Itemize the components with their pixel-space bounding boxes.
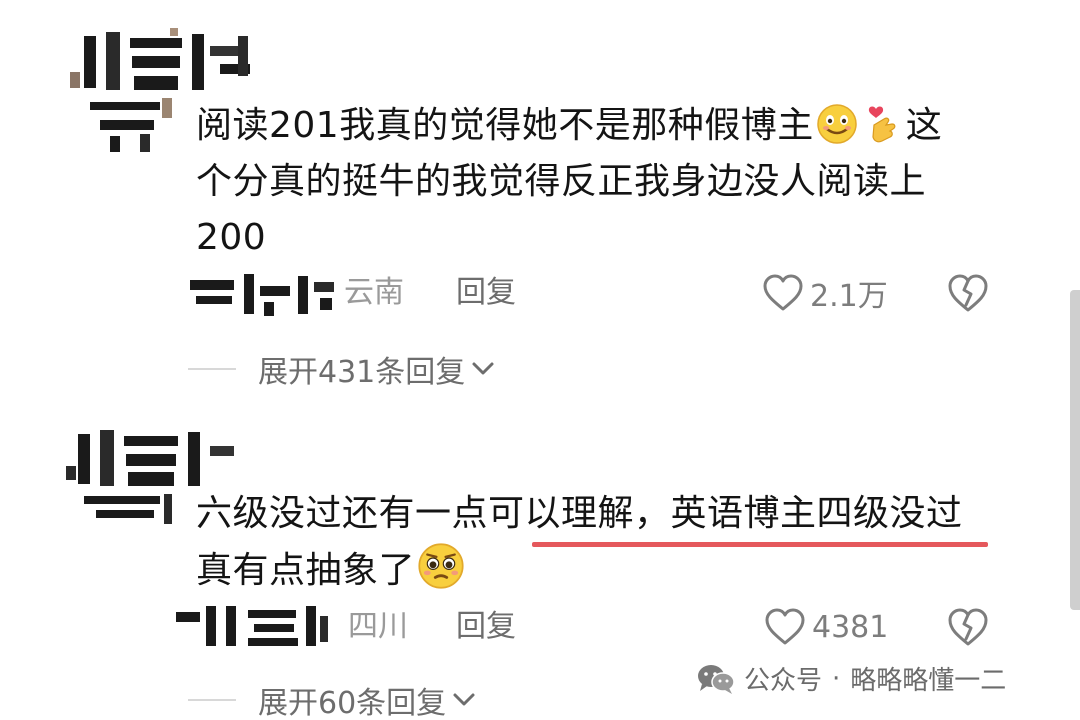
- ip-location: 云南: [344, 275, 404, 310]
- comment-text-line: 真有点抽象了: [196, 550, 416, 591]
- masked-time: [186, 266, 336, 320]
- finger-heart-emoji-icon: [862, 103, 904, 145]
- comment-text-line: 六级没过还有一点可以理解，英语博主四级没过: [196, 493, 963, 534]
- chevron-down-icon: [472, 362, 494, 375]
- broken-heart-icon: [948, 608, 988, 646]
- masked-username: [62, 426, 242, 494]
- masked-avatar[interactable]: [80, 98, 172, 154]
- comment-text-line: 阅读201我真的觉得她不是那种假博主: [196, 105, 814, 146]
- comment-body: 阅读201我真的觉得她不是那种假博主 这 个分真的挺牛的我觉得反正我身边没人阅读上…: [196, 98, 996, 266]
- expand-replies-label: 展开431条回复: [258, 355, 466, 390]
- comment-text-line: 个分真的挺牛的我觉得反正我身边没人阅读上: [196, 161, 927, 202]
- highlight-underline: [532, 542, 988, 547]
- dislike-button[interactable]: [946, 272, 990, 316]
- like-count: 2.1万: [810, 279, 888, 314]
- reply-button[interactable]: 回复: [456, 607, 516, 647]
- watermark-separator: ·: [832, 663, 841, 694]
- chevron-down-icon: [453, 693, 475, 706]
- smile-emoji-icon: [816, 103, 858, 145]
- masked-time: [170, 600, 330, 652]
- ip-location: 四川: [348, 609, 408, 644]
- expand-replies-label: 展开60条回复: [258, 686, 447, 720]
- watermark-account: 略略略懂一二: [850, 666, 1007, 696]
- expand-replies-button[interactable]: 展开431条回复: [188, 347, 495, 391]
- masked-username: [70, 28, 270, 100]
- expand-replies-button[interactable]: 展开60条回复: [188, 678, 476, 720]
- comment-text-line: 200: [196, 217, 267, 258]
- heart-icon: [765, 608, 805, 645]
- comment-text-tail: 这: [905, 105, 943, 146]
- broken-heart-icon: [948, 274, 988, 312]
- like-button[interactable]: 2.1万: [762, 270, 888, 316]
- heart-icon: [763, 274, 803, 311]
- like-button[interactable]: 4381: [764, 604, 888, 650]
- masked-avatar[interactable]: [78, 492, 174, 528]
- divider: [188, 699, 236, 701]
- watermark-source: 公众号: [744, 666, 823, 696]
- pleading-emoji-icon: [417, 542, 465, 590]
- divider: [188, 368, 236, 370]
- scrollbar[interactable]: [1070, 290, 1080, 610]
- wechat-icon: [698, 664, 735, 694]
- dislike-button[interactable]: [946, 606, 990, 650]
- wechat-watermark: 公众号 · 略略略懂一二: [696, 660, 1006, 697]
- comment-screenshot: 阅读201我真的觉得她不是那种假博主 这 个分真的挺牛的我觉得反正我身边没人阅读上…: [0, 0, 1080, 720]
- reply-button[interactable]: 回复: [456, 273, 516, 313]
- like-count: 4381: [812, 609, 889, 645]
